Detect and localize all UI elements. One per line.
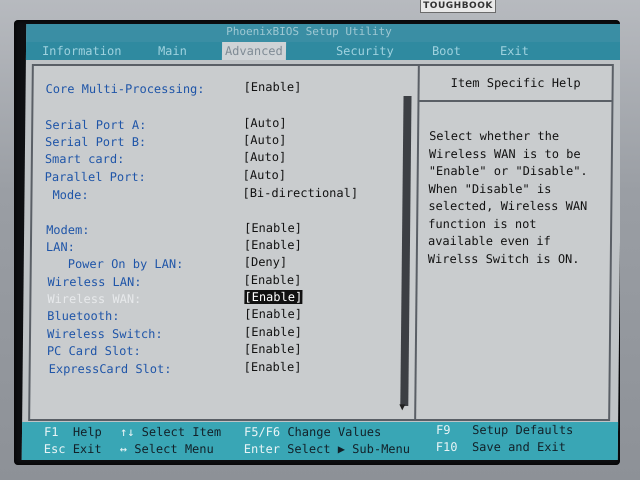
setting-value-mode[interactable]: [Bi-directional] — [242, 186, 358, 200]
setting-label-pc-card-slot[interactable]: PC Card Slot: — [47, 344, 141, 358]
help-text: Select whether the Wireless WAN is to be… — [427, 129, 588, 266]
setting-value-modem[interactable]: [Enable] — [244, 221, 302, 235]
menu-security[interactable]: Security — [336, 44, 394, 58]
key-f9: F9 — [435, 423, 451, 437]
key-change-values: F5/F6 Change Values — [244, 425, 381, 439]
setting-label-parallel-port[interactable]: Parallel Port: — [45, 170, 146, 184]
menu-exit[interactable]: Exit — [500, 44, 529, 58]
setting-value-core-multi-processing[interactable]: [Enable] — [244, 80, 302, 94]
key-select-item: ↑↓ Select Item — [120, 425, 221, 439]
key-select-menu: ↔ Select Menu — [120, 442, 214, 456]
setting-label-wireless-wan[interactable]: Wireless WAN: — [47, 292, 141, 306]
menu-main[interactable]: Main — [158, 44, 187, 58]
key-legend-bar: F1 Help ↑↓ Select Item F5/F6 Change Valu… — [21, 422, 619, 460]
setting-label-serial-port-b[interactable]: Serial Port B: — [45, 135, 146, 149]
bios-title: PhoenixBIOS Setup Utility — [226, 25, 392, 38]
key-sub-menu: Enter Select ▶ Sub-Menu — [244, 442, 410, 456]
setting-value-pc-card-slot[interactable]: [Enable] — [244, 342, 302, 356]
panel-divider — [414, 66, 420, 419]
key-help: F1 Help — [44, 425, 102, 439]
setting-value-serial-port-b[interactable]: [Auto] — [243, 133, 287, 147]
key-esc: Esc — [43, 442, 66, 456]
setting-label-wireless-switch[interactable]: Wireless Switch: — [47, 327, 163, 341]
key-f10-desc: Save and Exit — [471, 440, 566, 454]
key-leftright: ↔ — [119, 442, 128, 456]
setting-value-wireless-lan[interactable]: [Enable] — [244, 273, 302, 287]
brand-label: TOUGHBOOK — [420, 0, 496, 13]
setting-value-expresscard-slot[interactable]: [Enable] — [244, 360, 302, 374]
key-f9-desc: Setup Defaults — [472, 423, 574, 437]
key-f5f6: F5/F6 — [243, 425, 281, 439]
setting-label-modem[interactable]: Modem: — [46, 223, 90, 237]
key-save-exit: F10 Save and Exit — [436, 440, 566, 454]
title-bar: PhoenixBIOS Setup Utility — [26, 24, 620, 42]
setting-label-mode[interactable]: Mode: — [52, 188, 88, 202]
key-setup-defaults: F9 Setup Defaults — [436, 423, 573, 437]
setting-value-parallel-port[interactable]: [Auto] — [243, 168, 287, 182]
key-f1-desc: Help — [72, 425, 102, 439]
key-leftright-desc: Select Menu — [134, 442, 214, 456]
menu-boot[interactable]: Boot — [432, 44, 461, 58]
key-exit: Esc Exit — [44, 442, 102, 456]
setting-label-core-multi-processing[interactable]: Core Multi-Processing: — [46, 82, 205, 96]
menu-information[interactable]: Information — [42, 44, 122, 58]
setting-value-wireless-switch[interactable]: [Enable] — [244, 325, 302, 339]
setting-label-wireless-lan[interactable]: Wireless LAN: — [48, 275, 142, 289]
key-enter: Enter — [243, 442, 281, 456]
setting-label-expresscard-slot[interactable]: ExpressCard Slot: — [49, 362, 172, 376]
setting-value-smart-card[interactable]: [Auto] — [243, 150, 287, 164]
setting-value-serial-port-a[interactable]: [Auto] — [243, 116, 287, 130]
setting-label-bluetooth[interactable]: Bluetooth: — [47, 309, 119, 323]
help-title: Item Specific Help — [419, 66, 612, 102]
setting-value-bluetooth[interactable]: [Enable] — [244, 307, 302, 321]
key-updown: ↑↓ — [119, 425, 135, 439]
key-f5f6-desc: Change Values — [287, 425, 382, 439]
setting-label-smart-card[interactable]: Smart card: — [45, 152, 125, 166]
key-esc-desc: Exit — [72, 442, 102, 456]
setting-label-lan[interactable]: LAN: — [46, 240, 75, 254]
setting-value-wireless-wan[interactable]: [Enable] — [244, 290, 303, 304]
setting-value-power-on-by-lan[interactable]: [Deny] — [244, 255, 288, 269]
setting-label-power-on-by-lan[interactable]: Power On by LAN: — [68, 257, 184, 271]
settings-panel: Core Multi-Processing: [Enable] Serial P… — [28, 64, 614, 421]
setting-label-serial-port-a[interactable]: Serial Port A: — [45, 118, 146, 132]
menu-bar: Information Main Advanced Security Boot … — [25, 42, 620, 60]
scrollbar[interactable] — [400, 96, 412, 406]
bios-screen: PhoenixBIOS Setup Utility Information Ma… — [14, 20, 620, 465]
key-f1: F1 — [43, 425, 59, 439]
scroll-down-arrow-icon[interactable]: ▼ — [399, 402, 405, 413]
setting-value-lan[interactable]: [Enable] — [244, 238, 302, 252]
menu-advanced[interactable]: Advanced — [221, 42, 286, 60]
key-updown-desc: Select Item — [141, 425, 222, 439]
laptop-bezel: TOUGHBOOK PhoenixBIOS Setup Utility Info… — [0, 0, 640, 480]
key-f10: F10 — [435, 440, 458, 454]
bios-ui: PhoenixBIOS Setup Utility Information Ma… — [21, 24, 620, 460]
key-enter-desc: Select ▶ Sub-Menu — [287, 442, 411, 456]
